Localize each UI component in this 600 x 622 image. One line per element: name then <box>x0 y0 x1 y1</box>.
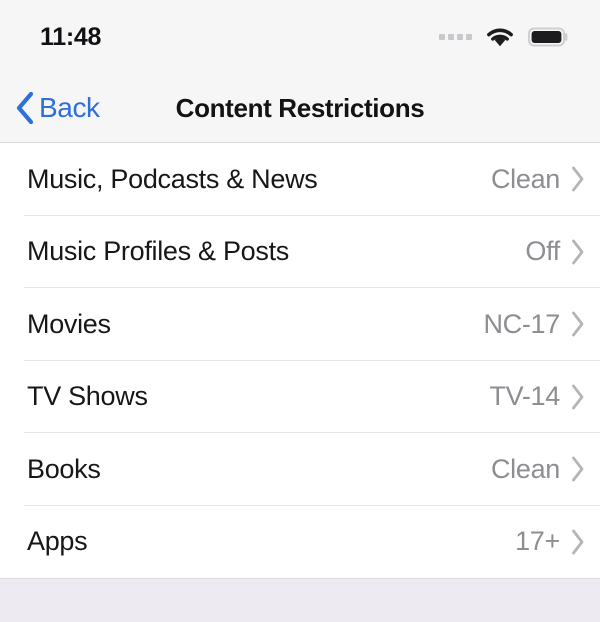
settings-screen: 11:48 Back Content Restrictions Music, P… <box>0 0 600 622</box>
status-bar: 11:48 <box>0 0 600 74</box>
list-item-label: Music, Podcasts & News <box>27 163 318 194</box>
chevron-right-icon <box>572 529 584 555</box>
list-item-movies[interactable]: Movies NC-17 <box>0 288 600 361</box>
list-item-accessory: TV-14 <box>489 381 586 412</box>
list-item-music-podcasts-news[interactable]: Music, Podcasts & News Clean <box>0 143 600 216</box>
chevron-right-icon <box>572 456 584 482</box>
battery-full-icon <box>528 27 568 47</box>
list-item-label: Books <box>27 453 101 484</box>
chevron-right-icon <box>572 384 584 410</box>
status-indicators <box>439 26 570 48</box>
navigation-bar: Back Content Restrictions <box>0 74 600 143</box>
list-item-label: Movies <box>27 308 111 339</box>
chevron-left-icon <box>16 91 34 125</box>
status-time: 11:48 <box>40 22 102 51</box>
list-item-accessory: 17+ <box>515 526 586 557</box>
list-item-apps[interactable]: Apps 17+ <box>0 505 600 578</box>
list-item-accessory: Clean <box>491 454 586 485</box>
list-item-music-profiles-posts[interactable]: Music Profiles & Posts Off <box>0 215 600 288</box>
list-item-value: 17+ <box>515 526 560 557</box>
chevron-right-icon <box>572 239 584 265</box>
list-item-value: NC-17 <box>483 308 560 339</box>
list-item-accessory: NC-17 <box>483 309 586 340</box>
chevron-right-icon <box>572 166 584 192</box>
list-item-label: Apps <box>27 526 88 557</box>
footer-area <box>0 579 600 622</box>
back-button[interactable]: Back <box>0 91 100 125</box>
list-item-value: Off <box>525 236 560 267</box>
list-item-label: Music Profiles & Posts <box>27 236 289 267</box>
cellular-dots-icon <box>439 34 472 40</box>
chevron-right-icon <box>572 311 584 337</box>
list-item-accessory: Clean <box>491 164 586 195</box>
list-item-accessory: Off <box>525 236 586 267</box>
list-item-value: Clean <box>490 163 560 194</box>
back-button-label: Back <box>39 92 100 123</box>
list-item-books[interactable]: Books Clean <box>0 433 600 506</box>
list-item-value: Clean <box>490 453 560 484</box>
wifi-icon <box>487 28 513 47</box>
list-item-tv-shows[interactable]: TV Shows TV-14 <box>0 360 600 433</box>
content-restrictions-list: Music, Podcasts & News Clean Music Profi… <box>0 143 600 578</box>
list-item-value: TV-14 <box>489 381 560 412</box>
list-item-label: TV Shows <box>27 381 148 412</box>
